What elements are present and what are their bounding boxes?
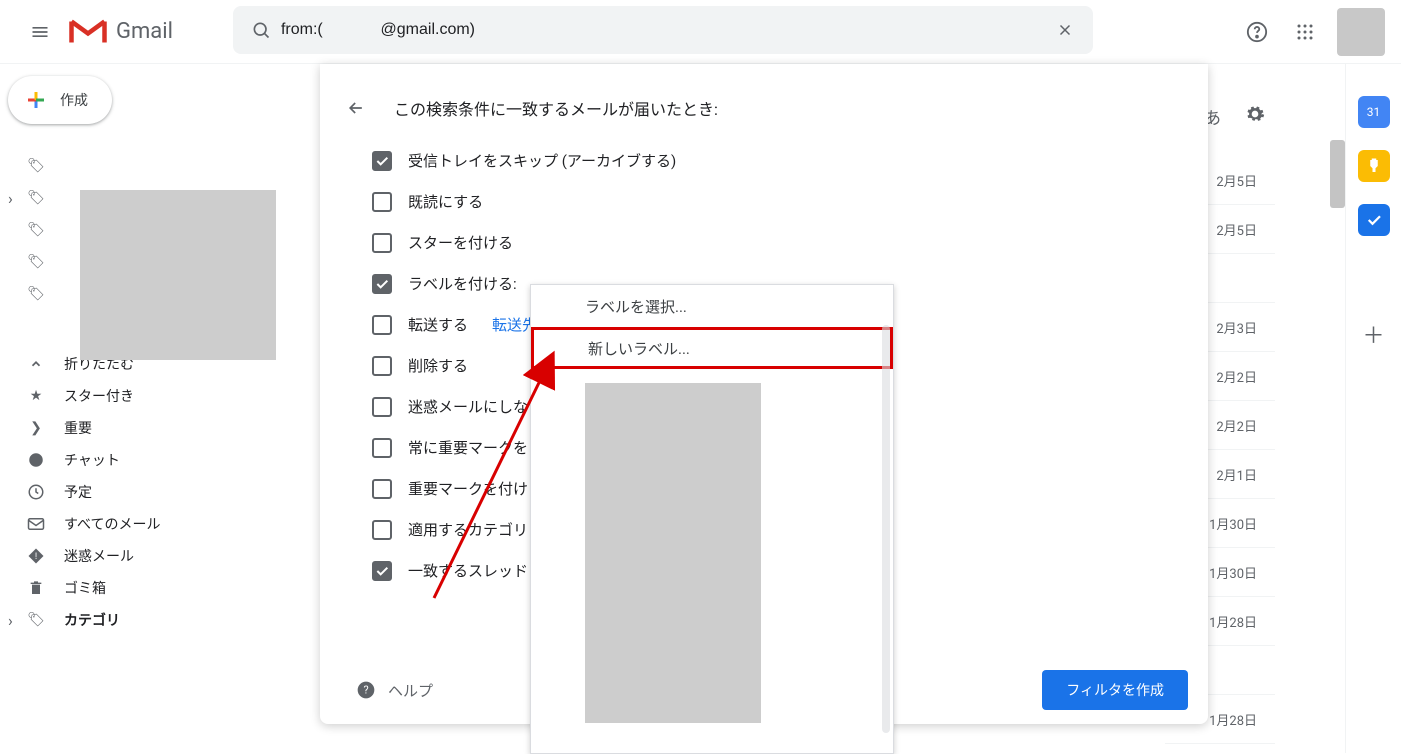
tasks-app-icon[interactable]: [1358, 204, 1390, 236]
app-name: Gmail: [116, 19, 173, 44]
compose-button[interactable]: 作成: [8, 76, 112, 124]
account-avatar[interactable]: [1337, 8, 1385, 56]
checkbox-icon: [372, 151, 392, 171]
dropdown-new-label[interactable]: 新しいラベル...: [531, 327, 893, 369]
sidebar-starred[interactable]: ★スター付き: [0, 380, 256, 412]
dropdown-select-label[interactable]: ラベルを選択...: [531, 285, 893, 327]
label-icon: 🏷: [26, 220, 46, 240]
main-menu-button[interactable]: [16, 8, 64, 56]
mail-icon: [26, 514, 46, 534]
sidebar-trash[interactable]: ゴミ箱: [0, 572, 256, 604]
label-icon: 🏷: [26, 156, 46, 176]
sidebar: 作成 🏷 🏷 🏷 🏷 🏷 折りたたむ ★スター付き ❯重要 チャット 予定 すべ…: [0, 64, 256, 753]
dropdown-label-list: [531, 369, 893, 753]
calendar-app-icon[interactable]: 31: [1358, 96, 1390, 128]
chat-icon: [26, 450, 46, 470]
filter-panel-title: この検索条件に一致するメールが届いたとき:: [394, 96, 718, 120]
spam-icon: !: [26, 546, 46, 566]
sidebar-categories[interactable]: 🏷カテゴリ: [0, 604, 256, 636]
checkbox-icon: [372, 233, 392, 253]
label-icon: 🏷: [26, 610, 46, 630]
checkbox-icon: [372, 397, 392, 417]
search-input[interactable]: [281, 21, 1045, 39]
right-sidebar: 31 ＋: [1345, 64, 1401, 753]
checkbox-icon: [372, 356, 392, 376]
checkbox-icon: [372, 438, 392, 458]
filter-opt-star[interactable]: スターを付ける: [372, 232, 1192, 253]
filter-opt-skip-inbox[interactable]: 受信トレイをスキップ (アーカイブする): [372, 150, 1192, 171]
add-addon-icon[interactable]: ＋: [1362, 318, 1384, 350]
sidebar-chat[interactable]: チャット: [0, 444, 256, 476]
compose-label: 作成: [60, 90, 88, 110]
sidebar-scheduled[interactable]: 予定: [0, 476, 256, 508]
trash-icon: [26, 578, 46, 598]
svg-text:!: !: [35, 552, 37, 562]
sidebar-important[interactable]: ❯重要: [0, 412, 256, 444]
important-icon: ❯: [26, 418, 46, 438]
checkbox-icon: [372, 479, 392, 499]
checkbox-icon: [372, 192, 392, 212]
sidebar-spam[interactable]: !迷惑メール: [0, 540, 256, 572]
scheduled-icon: [26, 482, 46, 502]
redacted-block: [80, 190, 276, 360]
sidebar-all-mail[interactable]: すべてのメール: [0, 508, 256, 540]
label-icon: 🏷: [26, 252, 46, 272]
help-link[interactable]: ? ヘルプ: [356, 680, 433, 701]
svg-text:?: ?: [363, 683, 368, 696]
header: Gmail: [0, 0, 1401, 64]
label-icon: 🏷: [26, 188, 46, 208]
filter-opt-mark-read[interactable]: 既読にする: [372, 191, 1192, 212]
create-filter-button[interactable]: フィルタを作成: [1042, 670, 1188, 710]
settings-icon[interactable]: [1245, 104, 1265, 129]
header-right: [1237, 8, 1385, 56]
label-select-dropdown: ラベルを選択... 新しいラベル...: [530, 284, 894, 754]
gmail-logo[interactable]: Gmail: [68, 17, 173, 47]
checkbox-icon: [372, 315, 392, 335]
checkbox-icon: [372, 274, 392, 294]
redacted-block: [585, 383, 761, 723]
search-icon[interactable]: [241, 10, 281, 50]
sidebar-label-item[interactable]: 🏷: [0, 150, 256, 182]
keep-app-icon[interactable]: [1358, 150, 1390, 182]
support-icon[interactable]: [1237, 12, 1277, 52]
apps-icon[interactable]: [1285, 12, 1325, 52]
scrollbar-thumb[interactable]: [882, 325, 890, 733]
star-icon: ★: [26, 386, 46, 406]
checkbox-icon: [372, 520, 392, 540]
chevron-up-icon: [26, 354, 46, 374]
scrollbar-thumb[interactable]: [1330, 140, 1345, 208]
clear-search-icon[interactable]: [1045, 10, 1085, 50]
label-icon: 🏷: [26, 284, 46, 304]
checkbox-icon: [372, 561, 392, 581]
search-bar[interactable]: [233, 6, 1093, 54]
back-button[interactable]: [336, 88, 376, 128]
